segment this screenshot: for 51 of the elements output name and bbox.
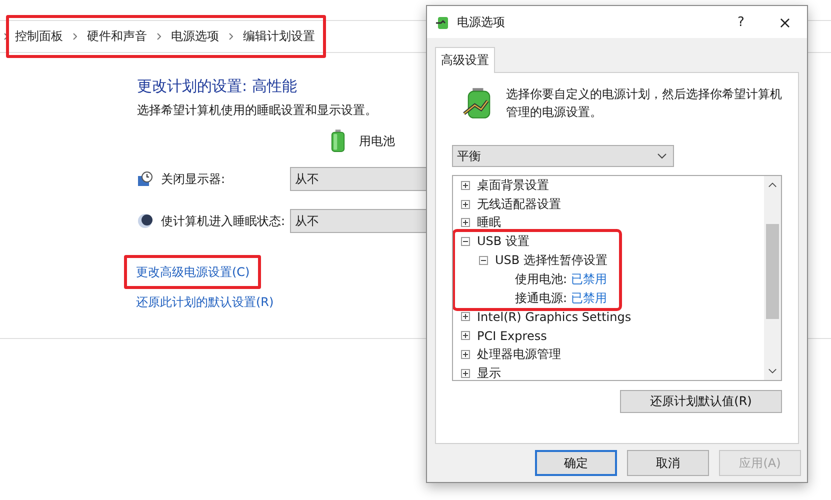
breadcrumb-link[interactable]: 编辑计划设置 bbox=[243, 28, 315, 45]
close-button[interactable]: × bbox=[763, 7, 807, 37]
chevron-icon bbox=[4, 33, 8, 40]
chevron-icon bbox=[229, 33, 233, 40]
intro-text: 选择你要自定义的电源计划，然后选择你希望计算机管理的电源设置。 bbox=[506, 86, 782, 121]
scroll-down-icon[interactable] bbox=[768, 368, 777, 374]
expander-icon[interactable] bbox=[461, 331, 470, 340]
plan-dropdown[interactable]: 平衡 bbox=[452, 145, 674, 167]
battery-icon bbox=[331, 129, 345, 153]
chevron-icon bbox=[157, 33, 161, 40]
tree-item[interactable]: 睡眠 bbox=[477, 214, 501, 232]
expander-icon[interactable] bbox=[461, 218, 470, 228]
expander-icon[interactable] bbox=[461, 350, 470, 360]
window-title: 电源选项 bbox=[457, 14, 506, 30]
tree-item[interactable]: 处理器电源管理 bbox=[477, 346, 561, 364]
expander-icon[interactable] bbox=[461, 368, 470, 378]
tree-item[interactable]: 显示 bbox=[477, 364, 501, 380]
expander-icon[interactable] bbox=[461, 237, 470, 246]
chevron-icon bbox=[73, 33, 77, 40]
setting-value-link[interactable]: 已禁用 bbox=[571, 270, 608, 288]
scroll-up-icon[interactable] bbox=[768, 182, 777, 188]
tree-item[interactable]: USB 设置 bbox=[477, 233, 530, 250]
setting-label: 关闭显示器: bbox=[161, 170, 226, 188]
expander-icon[interactable] bbox=[479, 256, 488, 266]
setting-label: 使用电池: bbox=[515, 270, 568, 288]
expander-icon[interactable] bbox=[461, 180, 470, 190]
page-title: 更改计划的设置: 高性能 bbox=[137, 77, 297, 96]
dialog-button[interactable]: 确定 bbox=[535, 450, 617, 476]
tab[interactable]: 高级设置 bbox=[435, 47, 495, 73]
scrollbar[interactable] bbox=[764, 176, 781, 380]
setting-label: 接通电源: bbox=[515, 290, 568, 307]
dialog-button[interactable]: 取消 bbox=[627, 450, 709, 476]
restore-defaults-button[interactable]: 还原计划默认值(R) bbox=[620, 390, 782, 413]
column-heading: 用电池 bbox=[359, 132, 395, 150]
setting-label: 使计算机进入睡眠状态: bbox=[161, 212, 286, 230]
expander-icon[interactable] bbox=[461, 312, 470, 322]
breadcrumb-link[interactable]: 硬件和声音 bbox=[87, 28, 147, 45]
chevron-down-icon bbox=[657, 153, 667, 159]
tree-item[interactable]: PCI Express bbox=[477, 328, 547, 343]
breadcrumb-link[interactable]: 电源选项 bbox=[171, 28, 219, 45]
battery-plug-icon bbox=[435, 14, 451, 30]
tree-item[interactable]: USB 选择性暂停设置 bbox=[495, 252, 608, 270]
setting-value-link[interactable]: 已禁用 bbox=[571, 290, 608, 307]
monitor-clock-icon bbox=[137, 171, 153, 187]
tree-item[interactable]: Intel(R) Graphics Settings bbox=[477, 310, 632, 324]
help-button[interactable]: ? bbox=[719, 7, 763, 37]
moon-icon bbox=[137, 213, 153, 229]
expander-icon[interactable] bbox=[461, 200, 470, 209]
breadcrumb-link[interactable]: 控制面板 bbox=[15, 28, 63, 45]
page-subtitle: 选择希望计算机使用的睡眠设置和显示设置。 bbox=[137, 102, 377, 119]
link[interactable]: 还原此计划的默认设置(R) bbox=[136, 294, 274, 311]
